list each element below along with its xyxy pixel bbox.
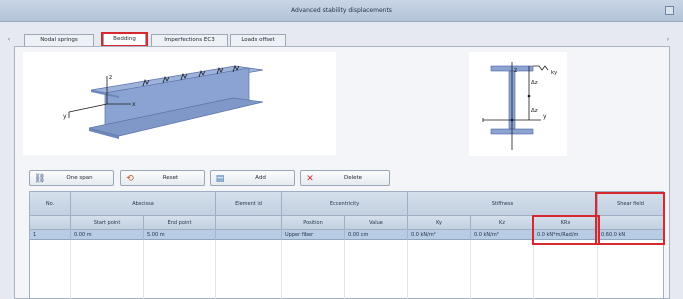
axis-x-label: x bbox=[132, 101, 136, 108]
table-sub-header: Start point End point Position Value Ky … bbox=[30, 216, 663, 230]
cell-element-id[interactable] bbox=[216, 230, 282, 240]
reset-button[interactable]: ⟲ Reset bbox=[120, 170, 205, 186]
table-group-header: No. Abscissa Element id Eccentricity Sti… bbox=[30, 192, 663, 216]
tab-label: Bedding bbox=[113, 36, 136, 42]
cell-start-point[interactable]: 0.00 m bbox=[71, 230, 144, 240]
cell-shear-field[interactable]: 0.60.0 kN bbox=[598, 230, 663, 240]
section-z-label: z bbox=[514, 67, 517, 74]
ky-spring-label: ky bbox=[551, 70, 558, 76]
col-header-stiffness[interactable]: Stiffness bbox=[408, 192, 598, 215]
col-header-start-point[interactable]: Start point bbox=[71, 216, 144, 229]
tab-strip: ‹ Nodal springs Bedding Imperfections EC… bbox=[0, 32, 683, 47]
cell-ky[interactable]: 0.0 kN/m² bbox=[408, 230, 471, 240]
bedding-toolbar: ⛓ One span ⟲ Reset ▤ Add ✕ Delete bbox=[16, 170, 396, 188]
i-section-illustration: z y Δz Δz ky bbox=[482, 62, 558, 150]
delete-button[interactable]: ✕ Delete bbox=[300, 170, 390, 186]
table-row[interactable]: 1 0.00 m 5.00 m Upper fiber 0.00 cm 0.0 … bbox=[30, 230, 663, 240]
col-header-shear-field[interactable]: Shear field bbox=[598, 192, 663, 215]
section-y-label: y bbox=[543, 113, 547, 120]
add-button[interactable]: ▤ Add bbox=[210, 170, 295, 186]
delete-label: Delete bbox=[343, 175, 363, 181]
tab-scroll-left-icon[interactable]: ‹ bbox=[4, 35, 14, 45]
col-header-eccentricity[interactable]: Eccentricity bbox=[282, 192, 408, 215]
col-header-no[interactable]: No. bbox=[30, 192, 71, 215]
tab-loads-offset[interactable]: Loads offset bbox=[230, 34, 286, 46]
one-span-label: One span bbox=[66, 175, 93, 181]
col-header-position[interactable]: Position bbox=[282, 216, 345, 229]
cell-krx[interactable]: 0.0 kN*m/Rad/m bbox=[534, 230, 598, 240]
delta-z-bottom-label: Δz bbox=[531, 108, 538, 114]
tab-label: Nodal springs bbox=[40, 37, 78, 43]
add-icon: ▤ bbox=[215, 174, 225, 184]
reset-label: Reset bbox=[162, 175, 179, 181]
tab-nodal-springs[interactable]: Nodal springs bbox=[24, 34, 94, 46]
cell-end-point[interactable]: 5.00 m bbox=[144, 230, 216, 240]
add-label: Add bbox=[255, 175, 266, 181]
advanced-stability-window: Advanced stability displacements ‹ Nodal… bbox=[0, 0, 683, 299]
section-diagram: z y Δz Δz ky bbox=[469, 52, 567, 156]
title-bar: Advanced stability displacements bbox=[0, 0, 683, 22]
cell-position[interactable]: Upper fiber bbox=[282, 230, 345, 240]
tab-label: Imperfections EC3 bbox=[164, 37, 215, 43]
tab-scroll-right-icon[interactable]: › bbox=[663, 35, 673, 45]
reset-icon: ⟲ bbox=[126, 174, 134, 184]
close-icon[interactable] bbox=[665, 6, 674, 15]
cell-value[interactable]: 0.00 cm bbox=[345, 230, 408, 240]
window-title: Advanced stability displacements bbox=[291, 7, 392, 14]
col-header-kz[interactable]: Kz bbox=[471, 216, 534, 229]
delta-z-top-label: Δz bbox=[531, 80, 538, 86]
col-header-end-point[interactable]: End point bbox=[144, 216, 216, 229]
col-header-abscissa[interactable]: Abscissa bbox=[71, 192, 216, 215]
axis-y-label: y bbox=[63, 113, 67, 120]
cell-no[interactable]: 1 bbox=[30, 230, 71, 240]
delete-icon: ✕ bbox=[306, 174, 314, 184]
cell-kz[interactable]: 0.0 kN/m² bbox=[471, 230, 534, 240]
col-header-value[interactable]: Value bbox=[345, 216, 408, 229]
tab-imperfections-ec3[interactable]: Imperfections EC3 bbox=[151, 34, 228, 46]
bedding-table: No. Abscissa Element id Eccentricity Sti… bbox=[29, 191, 664, 299]
beam-3d-illustration: z x y bbox=[63, 64, 264, 139]
beam-3d-diagram: z x y bbox=[23, 52, 336, 155]
col-header-krx[interactable]: KRx bbox=[534, 216, 598, 229]
axis-z-label: z bbox=[109, 74, 112, 81]
col-header-ky[interactable]: Ky bbox=[408, 216, 471, 229]
tab-label: Loads offset bbox=[241, 37, 275, 43]
col-header-element-id[interactable]: Element id bbox=[216, 192, 282, 215]
beam-icon: ⛓ bbox=[34, 174, 46, 184]
tab-bedding[interactable]: Bedding bbox=[103, 33, 146, 46]
one-span-button[interactable]: ⛓ One span bbox=[29, 170, 114, 186]
